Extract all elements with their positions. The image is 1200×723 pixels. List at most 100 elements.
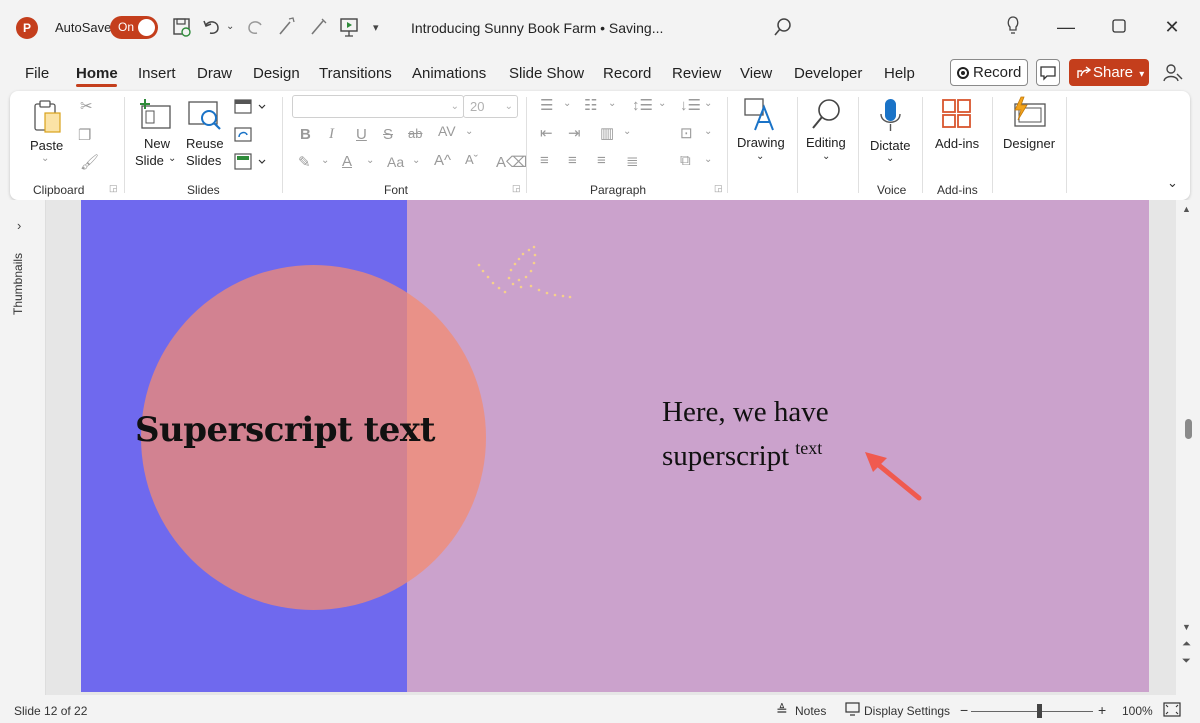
minimize-icon[interactable]: — xyxy=(1053,14,1079,40)
align-center-icon[interactable]: ≡ xyxy=(568,152,577,169)
clear-all-formatting-icon[interactable]: A⌫ xyxy=(496,153,527,171)
smartart-icon[interactable]: ⧉ xyxy=(680,152,691,169)
notes-button[interactable]: Notes xyxy=(795,704,826,718)
new-slide-label-1[interactable]: New xyxy=(144,136,170,151)
tab-animations[interactable]: Animations xyxy=(412,65,486,82)
zoom-level[interactable]: 100% xyxy=(1122,704,1153,718)
present-from-start-icon[interactable] xyxy=(338,16,360,38)
zoom-in-button[interactable]: + xyxy=(1098,702,1106,718)
align-left-icon[interactable]: ≡ xyxy=(540,152,549,169)
font-color-dropdown-icon[interactable]: ⌄ xyxy=(366,155,374,166)
reuse-slides-icon[interactable] xyxy=(187,98,223,137)
new-slide-dropdown-icon[interactable]: ⌄ xyxy=(168,153,176,164)
increase-indent-icon[interactable]: ⇥ xyxy=(568,124,581,142)
line-spacing-icon[interactable]: ↕☰ xyxy=(632,96,653,114)
underline-icon[interactable]: U xyxy=(356,126,367,143)
scrollbar-thumb[interactable] xyxy=(1185,419,1192,439)
character-spacing-icon[interactable]: AV xyxy=(438,123,456,139)
tab-design[interactable]: Design xyxy=(253,65,300,82)
align-text-icon[interactable]: ⊡ xyxy=(680,124,693,142)
editing-label[interactable]: Editing xyxy=(806,135,846,150)
paragraph-launcher-icon[interactable]: ◲ xyxy=(714,183,723,194)
format-painter-quick-icon[interactable] xyxy=(276,16,298,38)
thumbnails-label[interactable]: Thumbnails xyxy=(11,253,25,315)
zoom-slider-thumb[interactable] xyxy=(1037,704,1042,718)
font-name-box[interactable]: ⌄ xyxy=(292,95,464,118)
editing-dropdown-icon[interactable]: ⌄ xyxy=(822,151,830,162)
paste-icon[interactable] xyxy=(32,99,62,140)
customize-toolbar-icon[interactable]: ▾ xyxy=(373,21,395,43)
lightbulb-icon[interactable] xyxy=(1000,14,1026,40)
comments-button[interactable] xyxy=(1036,59,1060,86)
drawing-label[interactable]: Drawing xyxy=(737,135,785,150)
format-painter-icon[interactable]: 🖌 xyxy=(80,153,99,171)
smartart-dropdown-icon[interactable]: ⌄ xyxy=(704,154,712,165)
designer-icon[interactable] xyxy=(1011,96,1047,135)
search-icon[interactable] xyxy=(772,16,794,38)
bold-icon[interactable]: B xyxy=(300,126,311,143)
undo-dropdown-icon[interactable]: ⌄ xyxy=(226,21,236,43)
columns-dropdown-icon[interactable]: ⌄ xyxy=(623,126,631,137)
tab-help[interactable]: Help xyxy=(884,65,915,82)
decrease-indent-icon[interactable]: ⇤ xyxy=(540,124,553,142)
paste-label[interactable]: Paste xyxy=(30,138,63,153)
bullets-dropdown-icon[interactable]: ⌄ xyxy=(563,98,571,109)
designer-label[interactable]: Designer xyxy=(1003,136,1055,151)
slide-body-text[interactable]: Here, we have superscript text xyxy=(662,394,829,474)
columns-icon[interactable]: ▥ xyxy=(600,124,614,142)
reuse-slides-label-2[interactable]: Slides xyxy=(186,153,221,168)
font-color-icon[interactable]: A xyxy=(342,153,352,170)
numbering-icon[interactable]: ☷ xyxy=(584,96,597,114)
section-icon[interactable] xyxy=(234,153,268,176)
text-direction-icon[interactable]: ↓☰ xyxy=(680,96,701,114)
font-size-box[interactable]: 20 ⌄ xyxy=(463,95,518,118)
font-launcher-icon[interactable]: ◲ xyxy=(512,183,521,194)
tab-developer[interactable]: Developer xyxy=(794,65,862,82)
tab-home[interactable]: Home xyxy=(76,65,118,82)
decrease-font-icon[interactable]: Aˇ xyxy=(465,152,478,167)
dictate-icon[interactable] xyxy=(876,97,906,140)
previous-slide-icon[interactable]: ⏶ xyxy=(1182,638,1191,651)
text-direction-dropdown-icon[interactable]: ⌄ xyxy=(704,98,712,109)
zoom-slider-track[interactable] xyxy=(971,711,1093,712)
tab-record[interactable]: Record xyxy=(603,65,651,82)
maximize-icon[interactable] xyxy=(1106,14,1132,40)
scroll-down-icon[interactable]: ▼ xyxy=(1182,622,1191,632)
tab-view[interactable]: View xyxy=(740,65,772,82)
autosave-toggle[interactable]: On xyxy=(110,16,158,39)
paste-dropdown-icon[interactable]: ⌄ xyxy=(41,153,49,164)
slide-title[interactable]: Superscript text xyxy=(135,410,435,450)
pen-quick-icon[interactable] xyxy=(308,16,330,38)
bullets-icon[interactable]: ☰ xyxy=(540,96,553,114)
tab-transitions[interactable]: Transitions xyxy=(319,65,392,82)
clipboard-launcher-icon[interactable]: ◲ xyxy=(109,183,118,194)
increase-font-icon[interactable]: A^ xyxy=(434,152,451,169)
display-settings-button[interactable]: Display Settings xyxy=(864,704,950,718)
clear-formatting-icon[interactable]: ab xyxy=(408,126,422,141)
save-icon[interactable] xyxy=(171,16,193,38)
change-case-icon[interactable]: Aa xyxy=(387,154,404,170)
tab-draw[interactable]: Draw xyxy=(197,65,232,82)
record-button[interactable]: Record xyxy=(950,59,1028,86)
align-text-dropdown-icon[interactable]: ⌄ xyxy=(704,126,712,137)
change-case-dropdown-icon[interactable]: ⌄ xyxy=(412,155,420,166)
fit-to-window-icon[interactable] xyxy=(1163,702,1181,721)
strikethrough-icon[interactable]: S xyxy=(383,126,393,143)
italic-icon[interactable]: I xyxy=(329,126,334,143)
line-spacing-dropdown-icon[interactable]: ⌄ xyxy=(658,98,666,109)
highlight-icon[interactable]: ✎ xyxy=(298,153,311,171)
zoom-out-button[interactable]: − xyxy=(960,702,968,718)
highlight-dropdown-icon[interactable]: ⌄ xyxy=(321,155,329,166)
dictate-label[interactable]: Dictate xyxy=(870,138,910,153)
drawing-icon[interactable] xyxy=(743,97,777,138)
current-slide[interactable]: Superscript text Here, we have superscri… xyxy=(81,200,1149,692)
add-ins-icon[interactable] xyxy=(941,98,973,135)
redo-icon[interactable] xyxy=(244,16,266,38)
cut-icon[interactable]: ✂ xyxy=(80,97,93,115)
align-right-icon[interactable]: ≡ xyxy=(597,152,606,169)
reset-slide-icon[interactable] xyxy=(234,126,254,149)
dictate-dropdown-icon[interactable]: ⌄ xyxy=(886,153,894,164)
share-button[interactable]: Share ▾ xyxy=(1069,59,1149,86)
copy-icon[interactable]: ❐ xyxy=(78,126,91,144)
tab-slide-show[interactable]: Slide Show xyxy=(509,65,584,82)
